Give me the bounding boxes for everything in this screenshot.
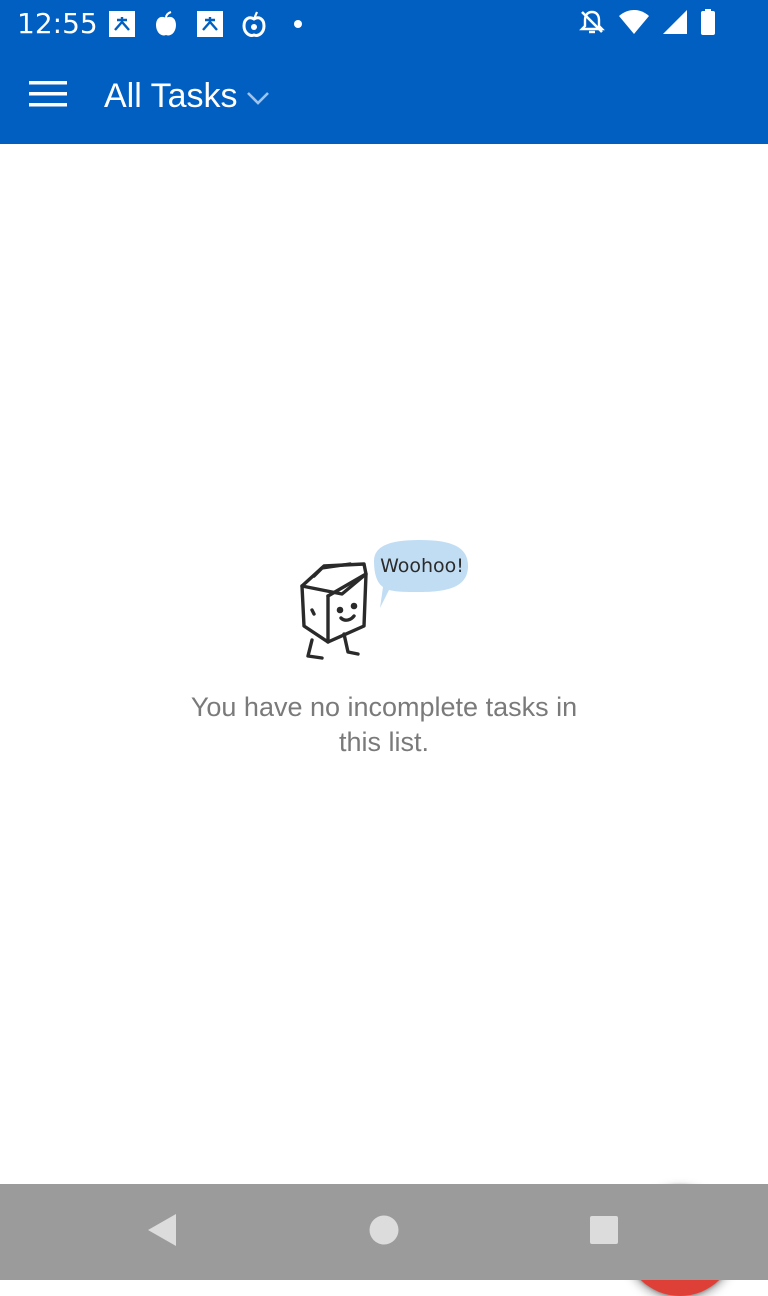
- tasks-app-icon: [196, 10, 224, 38]
- empty-state-message: You have no incomplete tasks in this lis…: [190, 692, 578, 757]
- tasks-app-icon: [108, 10, 136, 38]
- milk-carton-mascot: [300, 562, 368, 660]
- hamburger-menu-icon: [29, 80, 67, 113]
- task-list-area: Woohoo! You have no incomplete tasks in …: [0, 144, 768, 1296]
- notifications-off-icon: [578, 8, 606, 41]
- apple-icon: [152, 10, 180, 38]
- list-selector[interactable]: All Tasks: [104, 74, 270, 118]
- status-time: 12:55: [17, 7, 98, 40]
- recents-icon: [589, 1215, 619, 1250]
- speech-bubble: Woohoo!: [374, 540, 468, 608]
- speech-bubble-text: Woohoo!: [380, 555, 464, 577]
- recents-button[interactable]: [580, 1208, 628, 1256]
- signal-icon: [662, 8, 688, 41]
- home-button[interactable]: [360, 1208, 408, 1256]
- dot-icon: [284, 10, 312, 38]
- notification-icons: [108, 10, 312, 38]
- battery-icon: [700, 8, 716, 41]
- home-icon: [368, 1214, 400, 1251]
- wifi-icon: [618, 8, 650, 41]
- app-bar: All Tasks: [0, 48, 768, 144]
- navigation-bar: [0, 1184, 768, 1280]
- menu-button[interactable]: [22, 72, 74, 120]
- chevron-down-icon: [246, 90, 270, 106]
- page-title: All Tasks: [104, 77, 238, 115]
- back-button[interactable]: [138, 1208, 186, 1256]
- empty-state-illustration: Woohoo!: [292, 534, 476, 660]
- back-icon: [146, 1213, 178, 1252]
- fruit-icon: [240, 10, 268, 38]
- system-status-icons: [578, 8, 716, 41]
- status-bar: 12:55: [0, 0, 768, 48]
